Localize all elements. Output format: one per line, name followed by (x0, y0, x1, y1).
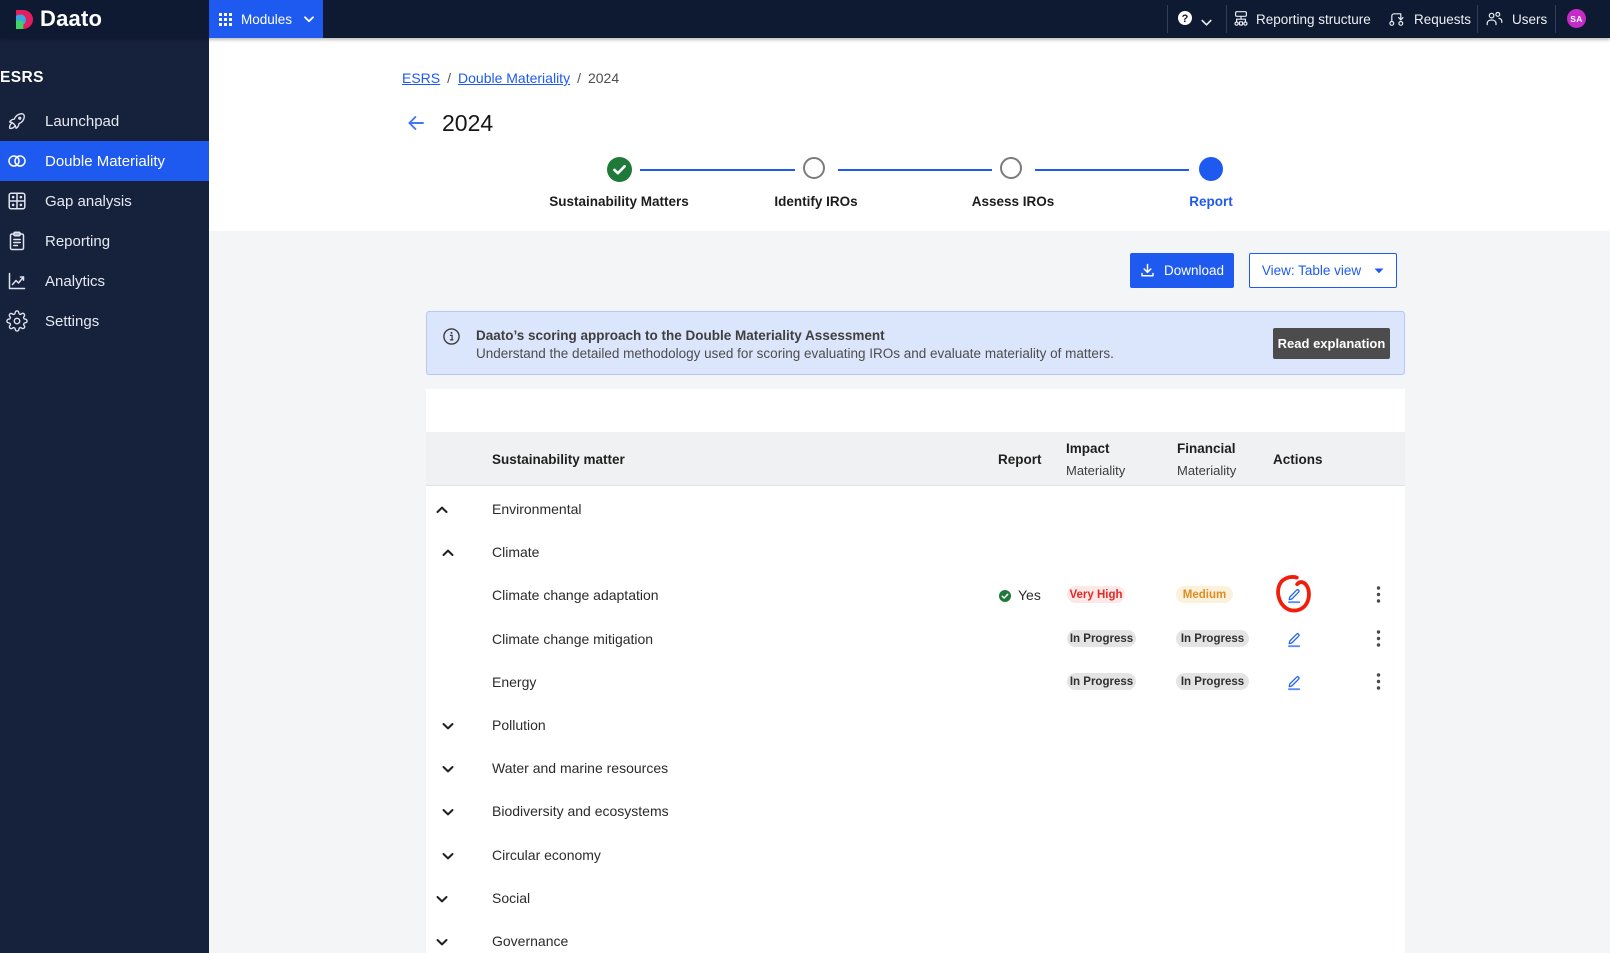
svg-text:?: ? (1182, 13, 1189, 25)
